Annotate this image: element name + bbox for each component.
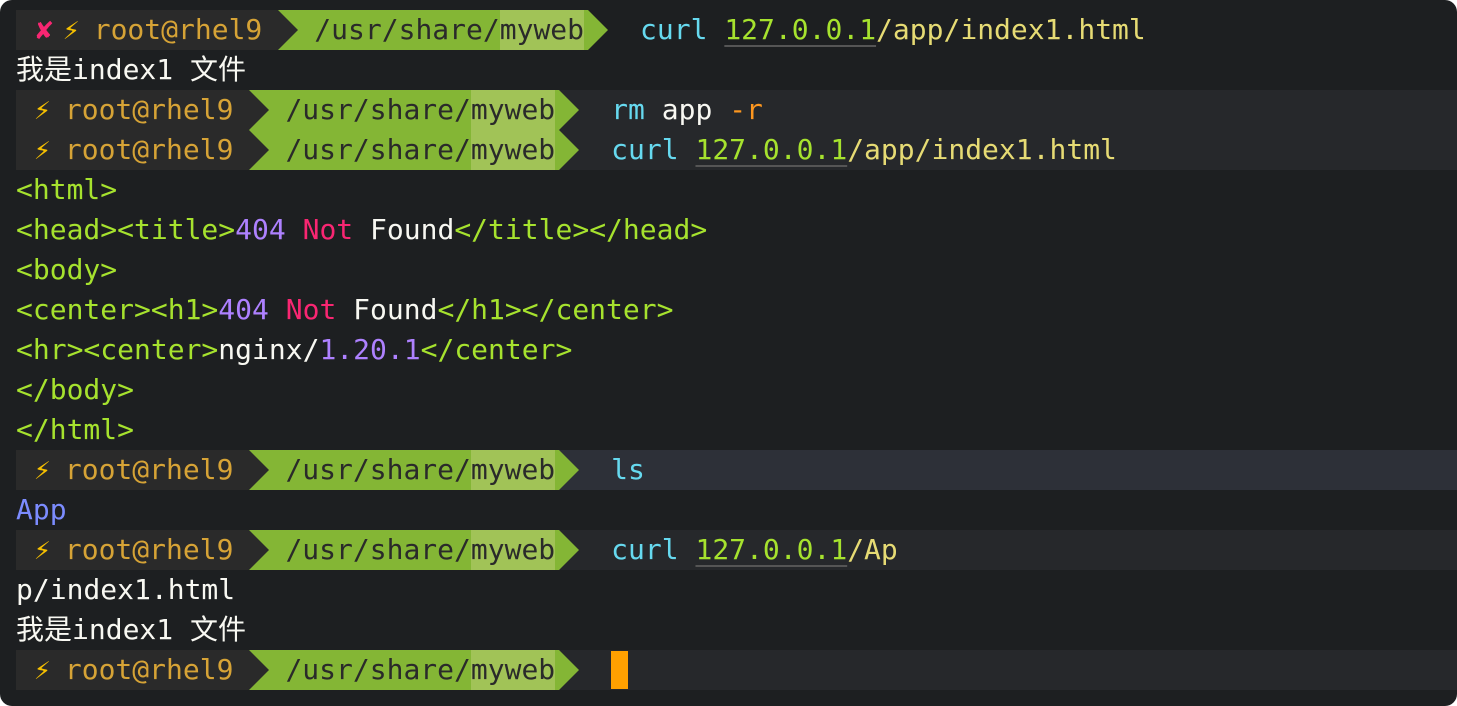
prompt-line: ⚡ root@rhel9 /usr/share/myweb curl 127.0.… (16, 130, 1457, 170)
bolt-icon: ⚡ (34, 453, 51, 486)
command-url-path: /Ap (847, 533, 898, 566)
prompt-path-segment: /usr/share/myweb (249, 130, 560, 170)
html-output-line: <body> (16, 253, 118, 286)
prompt-path-segment: /usr/share/myweb (249, 450, 560, 490)
command-url: 127.0.0.1 (695, 133, 848, 166)
terminal-window[interactable]: ✘ ⚡ root@rhel9 /usr/share/myweb curl 127.0… (0, 0, 1457, 706)
prompt-path: /usr/share/ (285, 453, 471, 486)
html-output-line: </body> (16, 373, 135, 406)
command-url-path: /app/index1.html (876, 13, 1146, 46)
prompt-path: /usr/share/ (285, 133, 471, 166)
prompt-path-current: myweb (470, 650, 556, 690)
prompt-path: /usr/share/ (285, 653, 471, 686)
command-url-path: /app/index1.html (847, 133, 1117, 166)
command-url: 127.0.0.1 (724, 13, 877, 46)
prompt-arrow-icon (559, 90, 580, 130)
bolt-icon: ⚡ (34, 93, 51, 126)
bolt-icon: ⚡ (34, 533, 51, 566)
prompt-path-segment: /usr/share/myweb (249, 90, 560, 130)
prompt-path-current: myweb (470, 450, 556, 490)
prompt-path-segment: /usr/share/myweb (249, 650, 560, 690)
prompt-arrow-icon (559, 530, 580, 570)
prompt-user-segment: ⚡ root@rhel9 (16, 650, 250, 690)
command: ls (611, 453, 645, 486)
prompt-user: root@rhel9 (64, 133, 234, 166)
bolt-icon: ⚡ (62, 13, 80, 46)
bolt-icon: ⚡ (34, 653, 51, 686)
prompt-line[interactable]: ⚡ root@rhel9 /usr/share/myweb (16, 650, 1457, 690)
prompt-path-current: myweb (470, 530, 556, 570)
command: curl (611, 133, 679, 166)
prompt-path: /usr/share/ (314, 13, 500, 46)
prompt-user: root@rhel9 (64, 453, 234, 486)
command: curl (611, 533, 679, 566)
prompt-arrow-icon (588, 10, 609, 50)
prompt-user: root@rhel9 (93, 13, 263, 46)
command-arg: app (644, 93, 730, 126)
prompt-path-current: myweb (499, 10, 585, 50)
prompt-arrow-icon (559, 650, 580, 690)
prompt-path-segment: /usr/share/myweb (249, 530, 560, 570)
prompt-path-current: myweb (470, 130, 556, 170)
html-output-line: <hr><center>nginx/1.20.1</center> (16, 333, 573, 366)
text-cursor[interactable] (611, 651, 629, 689)
prompt-line: ✘ ⚡ root@rhel9 /usr/share/myweb curl 127.0… (16, 10, 1457, 50)
output-line: 我是index1 文件 (16, 53, 247, 86)
command: curl (640, 13, 708, 46)
prompt-arrow-icon (559, 450, 580, 490)
prompt-arrow-icon (559, 130, 580, 170)
prompt-line: ⚡ root@rhel9 /usr/share/myweb rm app -r (16, 90, 1457, 130)
output-line: p/index1.html (16, 573, 236, 606)
prompt-user: root@rhel9 (64, 533, 234, 566)
html-output-line: <head><title>404 Not Found</title></head… (16, 213, 708, 246)
prompt-path-current: myweb (470, 90, 556, 130)
prompt-line: ⚡ root@rhel9 /usr/share/myweb ls (16, 450, 1457, 490)
x-icon: ✘ (36, 13, 53, 46)
command-url: 127.0.0.1 (695, 533, 848, 566)
prompt-user-segment: ⚡ root@rhel9 (16, 90, 250, 130)
html-output-line: </html> (16, 413, 135, 446)
command: rm (611, 93, 645, 126)
ls-output: App (16, 493, 67, 526)
prompt-user: root@rhel9 (64, 93, 234, 126)
prompt-path-segment: /usr/share/myweb (278, 10, 589, 50)
command-flag: -r (729, 93, 763, 126)
html-output-line: <html> (16, 173, 118, 206)
prompt-path: /usr/share/ (285, 533, 471, 566)
prompt-path: /usr/share/ (285, 93, 471, 126)
prompt-user-segment: ✘ ⚡ root@rhel9 (16, 10, 279, 50)
html-output-line: <center><h1>404 Not Found</h1></center> (16, 293, 674, 326)
prompt-user: root@rhel9 (64, 653, 234, 686)
prompt-user-segment: ⚡ root@rhel9 (16, 450, 250, 490)
prompt-user-segment: ⚡ root@rhel9 (16, 130, 250, 170)
output-line: 我是index1 文件 (16, 613, 247, 646)
prompt-line: ⚡ root@rhel9 /usr/share/myweb curl 127.0.… (16, 530, 1457, 570)
prompt-user-segment: ⚡ root@rhel9 (16, 530, 250, 570)
bolt-icon: ⚡ (34, 133, 51, 166)
